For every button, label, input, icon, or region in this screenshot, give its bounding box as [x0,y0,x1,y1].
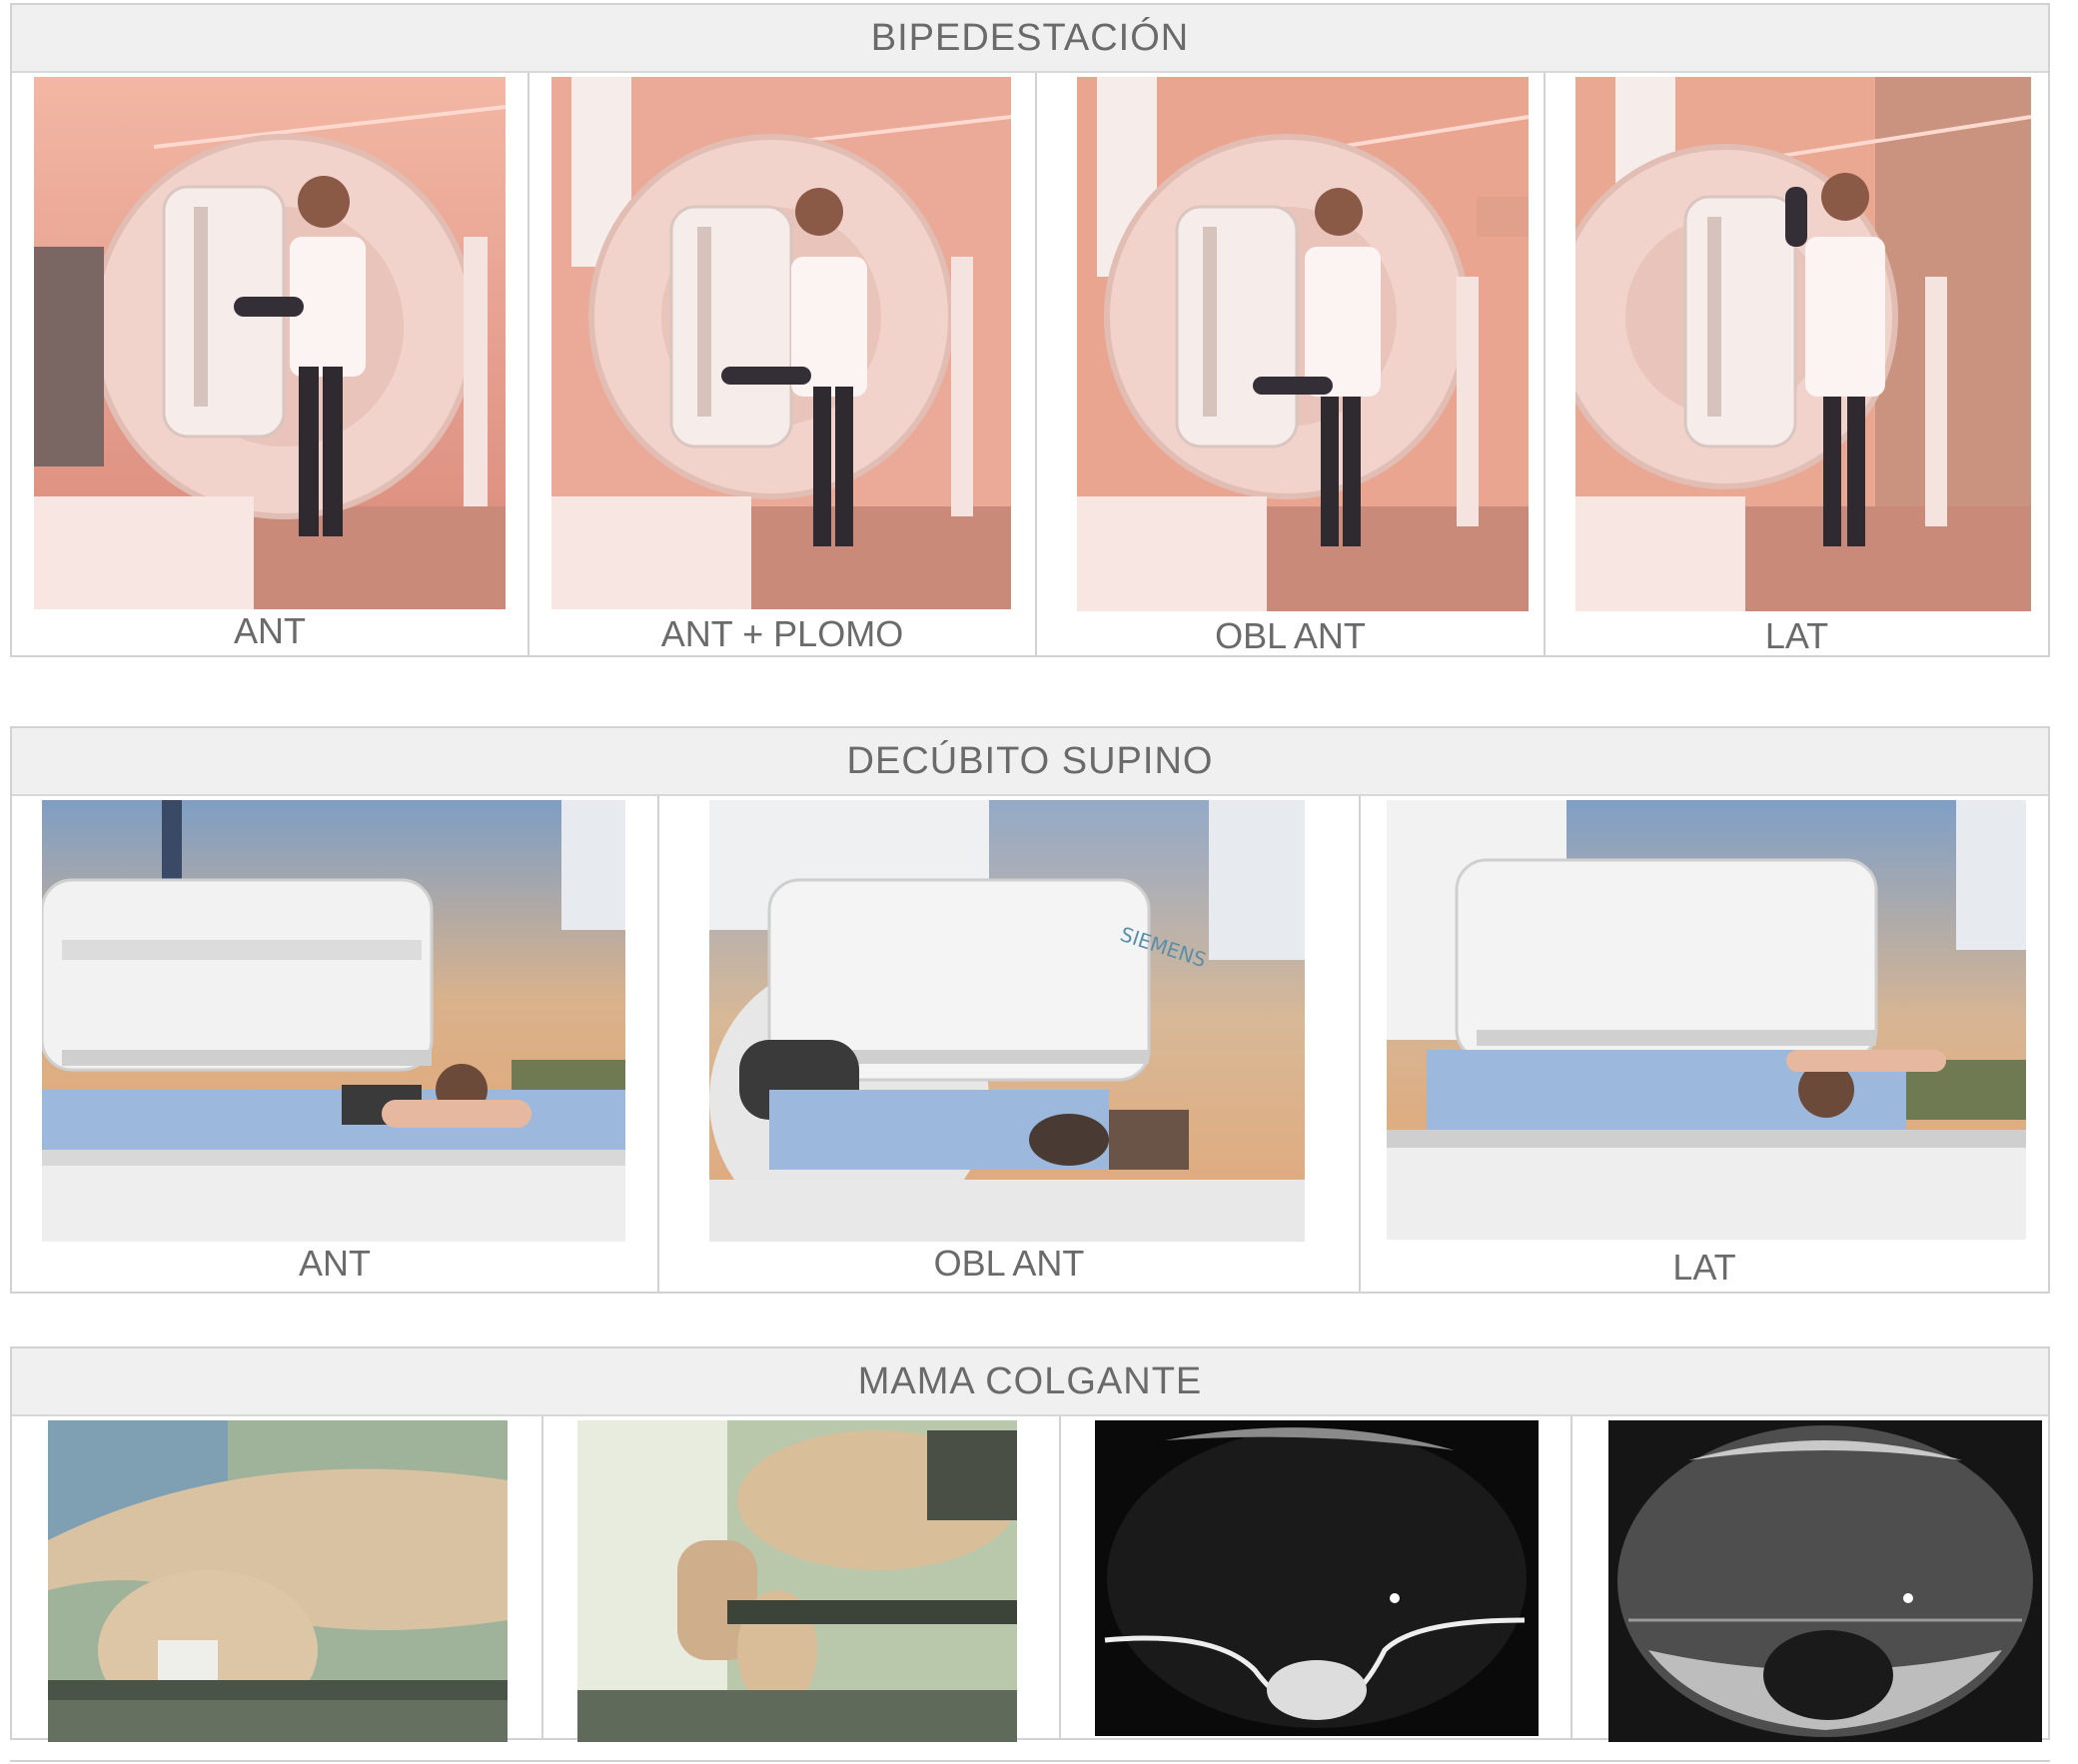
panel-caption: OBL ANT [1215,615,1366,656]
standing-lat-photo [1575,77,2031,611]
standing-ant-lead-photo [551,77,1011,609]
panel-caption: LAT [1672,1247,1736,1288]
panel-caption: LAT [1764,615,1829,656]
panel-mama-scan-1 [1059,1416,1570,1738]
panel-bip-ant: ANT [12,73,527,655]
supine-ant-photo [42,800,625,1242]
scintigraphy-image-2 [1608,1420,2042,1742]
supine-lat-photo [1387,800,2026,1240]
supine-obl-ant-photo: SIEMENS [709,800,1305,1242]
panel-dec-obl-ant: SIEMENS OBL ANT [657,796,1359,1292]
prone-breast-photo [48,1420,508,1742]
panel-mama-scan-2 [1570,1416,2048,1742]
panel-mama-photo-1 [12,1416,541,1742]
panel-dec-lat: LAT [1359,796,2048,1292]
section-title: DECÚBITO SUPINO [12,728,2048,796]
scintigraphy-image-1 [1095,1420,1539,1736]
bottom-divider [10,1760,2050,1762]
panel-dec-ant: ANT [12,796,657,1292]
standing-ant-photo [34,77,506,609]
panel-caption: OBL ANT [933,1243,1085,1284]
standing-obl-ant-photo [1077,77,1529,611]
panel-caption: ANT + PLOMO [660,613,904,654]
section-bipedestacion: BIPEDESTACIÓN ANT ANT + PLOMO OBL ANT LA… [10,3,2050,657]
section-title: MAMA COLGANTE [12,1348,2048,1416]
section-decubito-supino: DECÚBITO SUPINO ANT SIEMENS OBL ANT LAT [10,726,2050,1294]
panel-bip-lat: LAT [1544,73,2048,656]
panel-bip-ant-plomo: ANT + PLOMO [527,73,1035,655]
panel-caption: ANT [234,610,306,651]
panel-caption: ANT [299,1243,371,1284]
prone-breast-positioning-photo [577,1420,1017,1742]
section-title: BIPEDESTACIÓN [12,5,2048,73]
section-mama-colgante: MAMA COLGANTE [10,1346,2050,1742]
panel-mama-photo-2 [541,1416,1059,1742]
panel-bip-obl-ant: OBL ANT [1035,73,1544,656]
